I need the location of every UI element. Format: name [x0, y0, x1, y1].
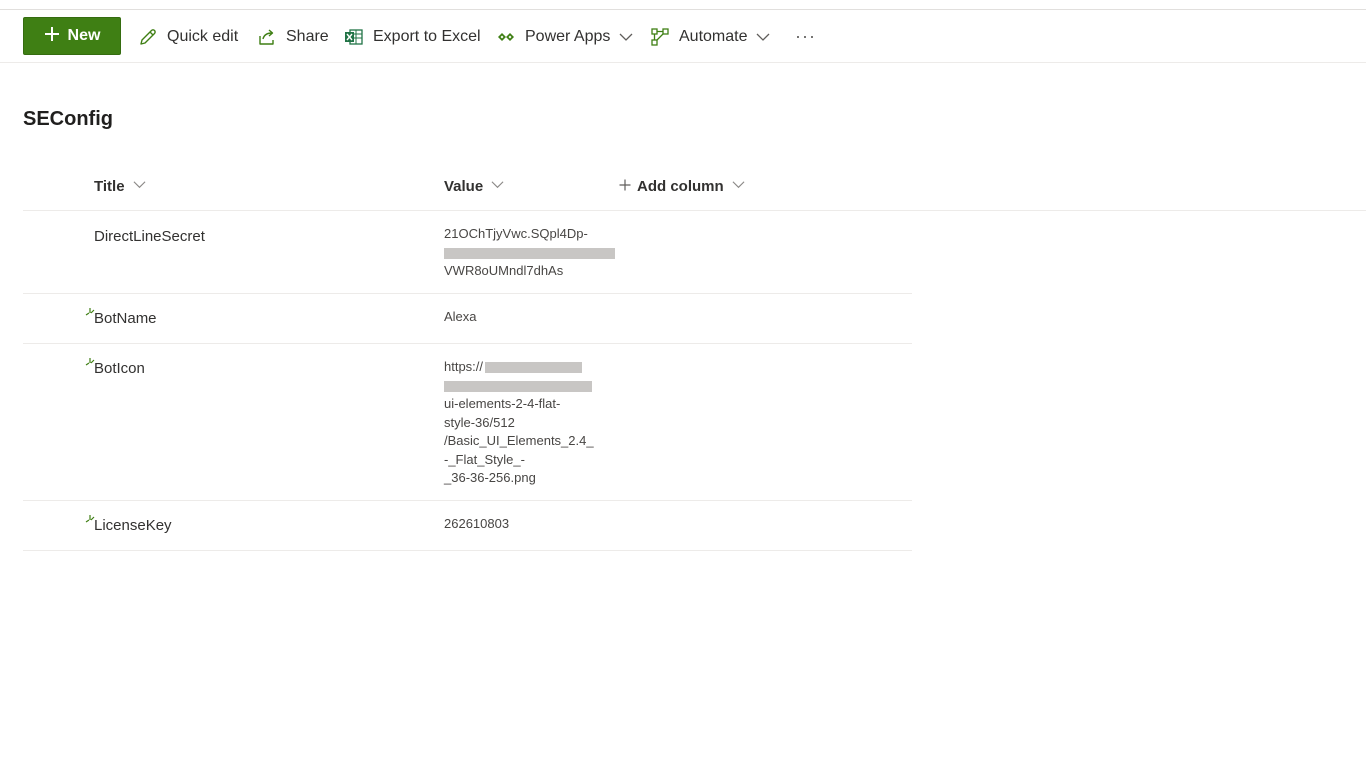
excel-icon	[344, 27, 364, 47]
row-value: Alexa	[444, 309, 477, 324]
value-line: /Basic_UI_Elements_2.4_	[444, 433, 594, 448]
list-row[interactable]: BotName Alexa	[23, 294, 912, 344]
add-column-button[interactable]: Add column	[619, 170, 745, 202]
chevron-down-icon	[133, 178, 146, 195]
row-value: 262610803	[444, 516, 510, 531]
chevron-down-icon	[491, 178, 504, 195]
chevron-down-icon	[732, 178, 745, 195]
page-title: SEConfig	[23, 108, 113, 130]
quick-edit-label: Quick edit	[167, 27, 239, 45]
value-line-redacted	[444, 377, 594, 396]
new-button-label: New	[67, 27, 101, 44]
power-apps-icon	[496, 27, 516, 47]
value-line: 21OChTjyVwc.SQpl4Dp-	[444, 226, 588, 241]
row-title[interactable]: BotIcon	[94, 360, 145, 377]
chevron-down-icon	[619, 30, 633, 44]
plus-icon	[619, 178, 631, 195]
value-line: VWR8oUMndl7dhAs	[444, 263, 564, 278]
power-apps-button[interactable]: Power Apps	[496, 10, 633, 63]
new-button[interactable]: New	[23, 17, 121, 55]
add-column-label: Add column	[637, 177, 724, 195]
row-value: 21OChTjyVwc.SQpl4Dp- VWR8oUMndl7dhAs	[444, 225, 615, 281]
list-row[interactable]: LicenseKey 262610803	[23, 501, 912, 551]
column-header-value-label: Value	[444, 177, 484, 195]
share-icon	[257, 27, 277, 47]
value-line: https://	[444, 358, 594, 377]
list-row[interactable]: BotIcon https:// ui-elements-2-4-flat- s…	[23, 344, 912, 501]
row-title[interactable]: DirectLineSecret	[94, 228, 205, 245]
row-value: https:// ui-elements-2-4-flat- style-36/…	[444, 358, 594, 488]
column-header-title-label: Title	[94, 177, 125, 195]
column-header-value[interactable]: Value	[444, 170, 504, 202]
value-line: -_Flat_Style_-	[444, 451, 525, 467]
automate-label: Automate	[679, 27, 748, 45]
value-line-text: https://	[444, 359, 484, 374]
quick-edit-button[interactable]: Quick edit	[138, 10, 238, 63]
command-bar: New Quick edit Share Export to Excel Pow…	[0, 10, 1366, 63]
value-line-redacted	[444, 244, 615, 263]
column-header-title[interactable]: Title	[94, 170, 146, 202]
automate-button[interactable]: Automate	[650, 10, 770, 63]
pencil-icon	[138, 27, 158, 47]
share-label: Share	[286, 27, 329, 45]
share-button[interactable]: Share	[257, 10, 329, 63]
automate-icon	[650, 27, 670, 47]
value-line: _36-36-256.png	[444, 470, 536, 485]
value-line: style-36/512	[444, 414, 515, 430]
row-title[interactable]: LicenseKey	[94, 517, 172, 534]
row-title[interactable]: BotName	[94, 310, 157, 327]
value-line: ui-elements-2-4-flat-	[444, 396, 561, 411]
top-strip	[0, 0, 1366, 10]
export-to-excel-button[interactable]: Export to Excel	[344, 10, 481, 63]
chevron-down-icon	[756, 30, 770, 44]
export-to-excel-label: Export to Excel	[373, 27, 481, 45]
power-apps-label: Power Apps	[525, 27, 611, 45]
plus-icon	[44, 26, 60, 47]
more-options-button[interactable]: ···	[795, 10, 816, 63]
more-icon: ···	[795, 26, 816, 46]
list-row[interactable]: DirectLineSecret 21OChTjyVwc.SQpl4Dp- VW…	[23, 211, 912, 294]
